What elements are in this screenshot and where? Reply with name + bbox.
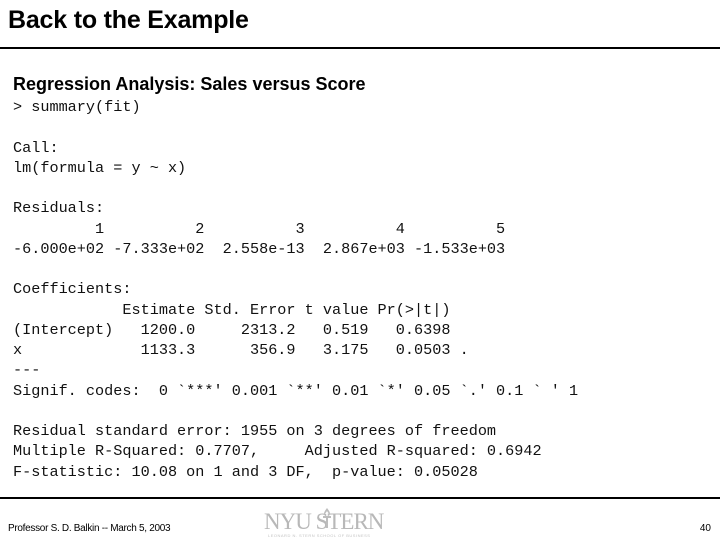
console-line-coef-intercept: (Intercept) 1200.0 2313.2 0.519 0.6398 [13,320,451,339]
title-divider [0,47,720,49]
console-line-f-statistic: F-statistic: 10.08 on 1 and 3 DF, p-valu… [13,462,478,481]
console-line-call-formula: lm(formula = y ~ x) [13,158,187,177]
console-line-blank [13,401,578,421]
r-console-output: > summary(fit) Call: lm(formula = y ~ x) … [13,97,578,482]
console-line-r-squared: Multiple R-Squared: 0.7707, Adjusted R-s… [13,442,542,461]
console-line-residuals-label: Residuals: [13,199,105,218]
nyu-stern-logo: NYU STERN LEONARD N. STERN SCHOOL OF BUS… [262,505,412,539]
console-line-blank [13,117,578,137]
torch-icon [323,508,331,528]
console-line-command: > summary(fit) [13,98,141,116]
console-line-coefficients-label: Coefficients: [13,280,132,299]
page-number: 40 [699,523,711,534]
console-line-separator: --- [13,361,41,380]
console-line-coef-x: x 1133.3 356.9 3.175 0.0503 . [13,341,469,359]
console-line-signif-codes: Signif. codes: 0 `***' 0.001 `**' 0.01 `… [13,381,579,400]
console-line-coefficients-header: Estimate Std. Error t value Pr(>|t|) [13,300,451,319]
console-line-residuals-values: -6.000e+02 -7.333e+02 2.558e-13 2.867e+0… [13,239,506,258]
logo-tagline: LEONARD N. STERN SCHOOL OF BUSINESS [268,533,371,538]
console-line-blank [13,178,578,198]
section-subtitle: Regression Analysis: Sales versus Score [13,74,366,94]
console-line-blank [13,259,578,279]
console-line-call-label: Call: [13,138,59,157]
footer-divider [0,497,720,499]
footer-author-date: Professor S. D. Balkin -- March 5, 2003 [8,523,171,534]
console-line-residuals-index: 1 2 3 4 5 [13,219,506,238]
console-line-residual-se: Residual standard error: 1955 on 3 degre… [13,422,497,440]
slide-title: Back to the Example [8,6,249,34]
